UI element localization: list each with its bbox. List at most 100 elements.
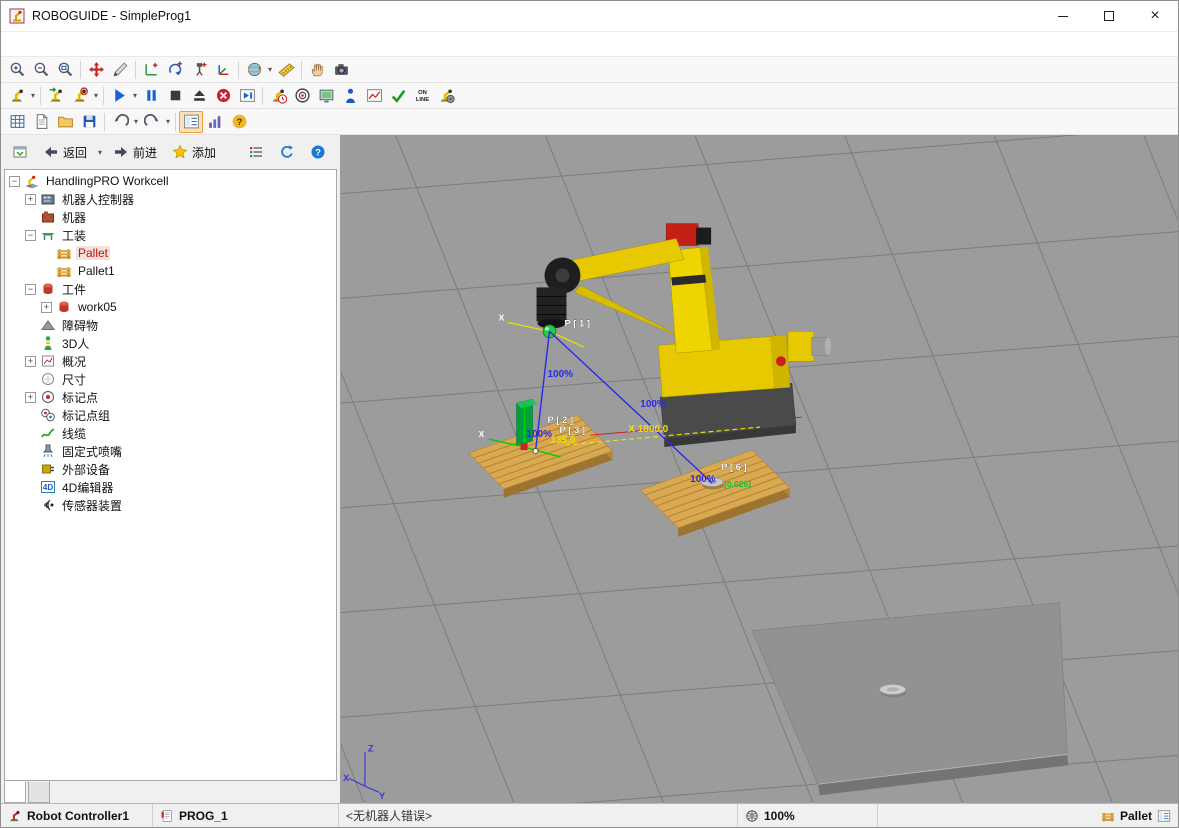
tree-item[interactable]: 障碍物 <box>5 316 336 334</box>
back-button[interactable]: 返回 <box>37 140 93 165</box>
tree-item[interactable]: + 机器人控制器 <box>5 190 336 208</box>
draw-measure-icon[interactable] <box>108 59 132 81</box>
menu-item[interactable] <box>131 40 149 48</box>
run-play-icon[interactable] <box>107 85 131 107</box>
help-icon[interactable] <box>227 111 251 133</box>
tree-item[interactable]: 传感器装置 <box>5 496 336 514</box>
tree-item[interactable]: 4D编辑器 <box>5 478 336 496</box>
measure-ruler-icon[interactable] <box>274 59 298 81</box>
tree-expander[interactable]: + <box>25 194 36 205</box>
teach-robot-icon[interactable] <box>5 85 29 107</box>
dropdown-caret-icon[interactable]: ▾ <box>131 91 139 100</box>
workcell-grid-icon[interactable] <box>5 111 29 133</box>
dropdown-caret-icon[interactable]: ▾ <box>266 65 274 74</box>
step-mode-icon[interactable] <box>235 85 259 107</box>
move-user-frame-icon[interactable] <box>211 59 235 81</box>
sidebar-tab[interactable] <box>28 781 50 803</box>
stop-icon[interactable] <box>163 85 187 107</box>
menu-item[interactable] <box>59 40 77 48</box>
tree-item[interactable]: 3D人 <box>5 334 336 352</box>
tree-item[interactable]: − 工装 <box>5 226 336 244</box>
dropdown-caret-icon[interactable]: ▾ <box>29 91 37 100</box>
tree-expander[interactable]: + <box>25 392 36 403</box>
status-override[interactable]: 100% <box>738 804 878 827</box>
zoom-out-icon[interactable] <box>29 59 53 81</box>
menu-item[interactable] <box>95 40 113 48</box>
operator-view-icon[interactable] <box>338 85 362 107</box>
tree-item[interactable]: + 标记点 <box>5 388 336 406</box>
pause-icon[interactable] <box>139 85 163 107</box>
menu-item[interactable] <box>5 40 23 48</box>
menu-item[interactable] <box>149 40 167 48</box>
maximize-button[interactable] <box>1086 1 1132 31</box>
profiler-icon[interactable] <box>362 85 386 107</box>
tree-expander[interactable]: − <box>9 176 20 187</box>
3d-viewport[interactable]: P [ 1 ] 100% 100% 100% 100% P [ 2 ] P [ … <box>341 135 1178 803</box>
cycle-time-icon[interactable] <box>266 85 290 107</box>
dock-browser-icon[interactable] <box>6 140 34 164</box>
tree-item[interactable]: 尺寸 <box>5 370 336 388</box>
online-mode-icon[interactable] <box>410 85 434 107</box>
menu-item[interactable] <box>167 40 185 48</box>
dropdown-caret-icon[interactable]: ▾ <box>132 117 140 126</box>
robot-settings-icon[interactable] <box>434 85 458 107</box>
grab-view-icon[interactable] <box>305 59 329 81</box>
sidebar-tab[interactable] <box>4 781 26 803</box>
move-tool-frame-icon[interactable] <box>187 59 211 81</box>
status-selection[interactable]: Pallet <box>878 804 1178 827</box>
back-history-caret-icon[interactable]: ▾ <box>96 148 104 157</box>
cell-browser-toggle-icon[interactable] <box>179 111 203 133</box>
status-program[interactable]: PROG_1 <box>153 804 339 827</box>
redo-icon[interactable] <box>140 111 164 133</box>
tree-expander[interactable]: − <box>25 230 36 241</box>
rotate-object-icon[interactable] <box>163 59 187 81</box>
tree-item[interactable]: + work05 <box>5 298 336 316</box>
document-report-icon[interactable] <box>29 111 53 133</box>
save-cell-icon[interactable] <box>77 111 101 133</box>
tree-item[interactable]: − HandlingPRO Workcell <box>5 172 336 190</box>
tree-item[interactable]: 机器 <box>5 208 336 226</box>
move-object-axis-icon[interactable] <box>139 59 163 81</box>
collision-check-icon[interactable] <box>290 85 314 107</box>
menu-item[interactable] <box>77 40 95 48</box>
sync-check-icon[interactable] <box>386 85 410 107</box>
eject-icon[interactable] <box>187 85 211 107</box>
add-button[interactable]: 添加 <box>166 140 222 165</box>
cell-browser-status-icon[interactable] <box>1157 809 1171 823</box>
tree-item[interactable]: 标记点组 <box>5 406 336 424</box>
close-button[interactable]: × <box>1132 1 1178 31</box>
browser-help-icon[interactable] <box>304 140 332 164</box>
menu-item[interactable] <box>185 40 203 48</box>
dropdown-caret-icon[interactable]: ▾ <box>92 91 100 100</box>
tree-item[interactable]: 固定式喷嘴 <box>5 442 336 460</box>
open-cell-icon[interactable] <box>53 111 77 133</box>
teach-pendant-icon[interactable] <box>314 85 338 107</box>
status-controller[interactable]: Robot Controller1 <box>1 804 153 827</box>
list-view-icon[interactable] <box>242 140 270 164</box>
tree-expander[interactable]: − <box>25 284 36 295</box>
snapshot-icon[interactable] <box>329 59 353 81</box>
tree-item[interactable]: + 概况 <box>5 352 336 370</box>
move-robot-icon[interactable] <box>44 85 68 107</box>
tree-expander[interactable]: + <box>41 302 52 313</box>
zoom-in-icon[interactable] <box>5 59 29 81</box>
tree-item[interactable]: Pallet1 <box>5 262 336 280</box>
menu-item[interactable] <box>41 40 59 48</box>
view-orbit-icon[interactable] <box>242 59 266 81</box>
tree-expander[interactable]: + <box>25 356 36 367</box>
zoom-window-icon[interactable] <box>53 59 77 81</box>
forward-button[interactable]: 前进 <box>107 140 163 165</box>
menu-item[interactable] <box>23 40 41 48</box>
tree-item[interactable]: − 工件 <box>5 280 336 298</box>
tree-item[interactable]: 外部设备 <box>5 460 336 478</box>
tree-item[interactable]: Pallet <box>5 244 336 262</box>
profiler-chart-icon[interactable] <box>203 111 227 133</box>
dropdown-caret-icon[interactable]: ▾ <box>164 117 172 126</box>
abort-icon[interactable] <box>211 85 235 107</box>
tree-item[interactable]: 线缆 <box>5 424 336 442</box>
refresh-icon[interactable] <box>273 140 301 164</box>
jog-robot-icon[interactable] <box>68 85 92 107</box>
minimize-button[interactable] <box>1040 1 1086 31</box>
undo-icon[interactable] <box>108 111 132 133</box>
menu-item[interactable] <box>113 40 131 48</box>
